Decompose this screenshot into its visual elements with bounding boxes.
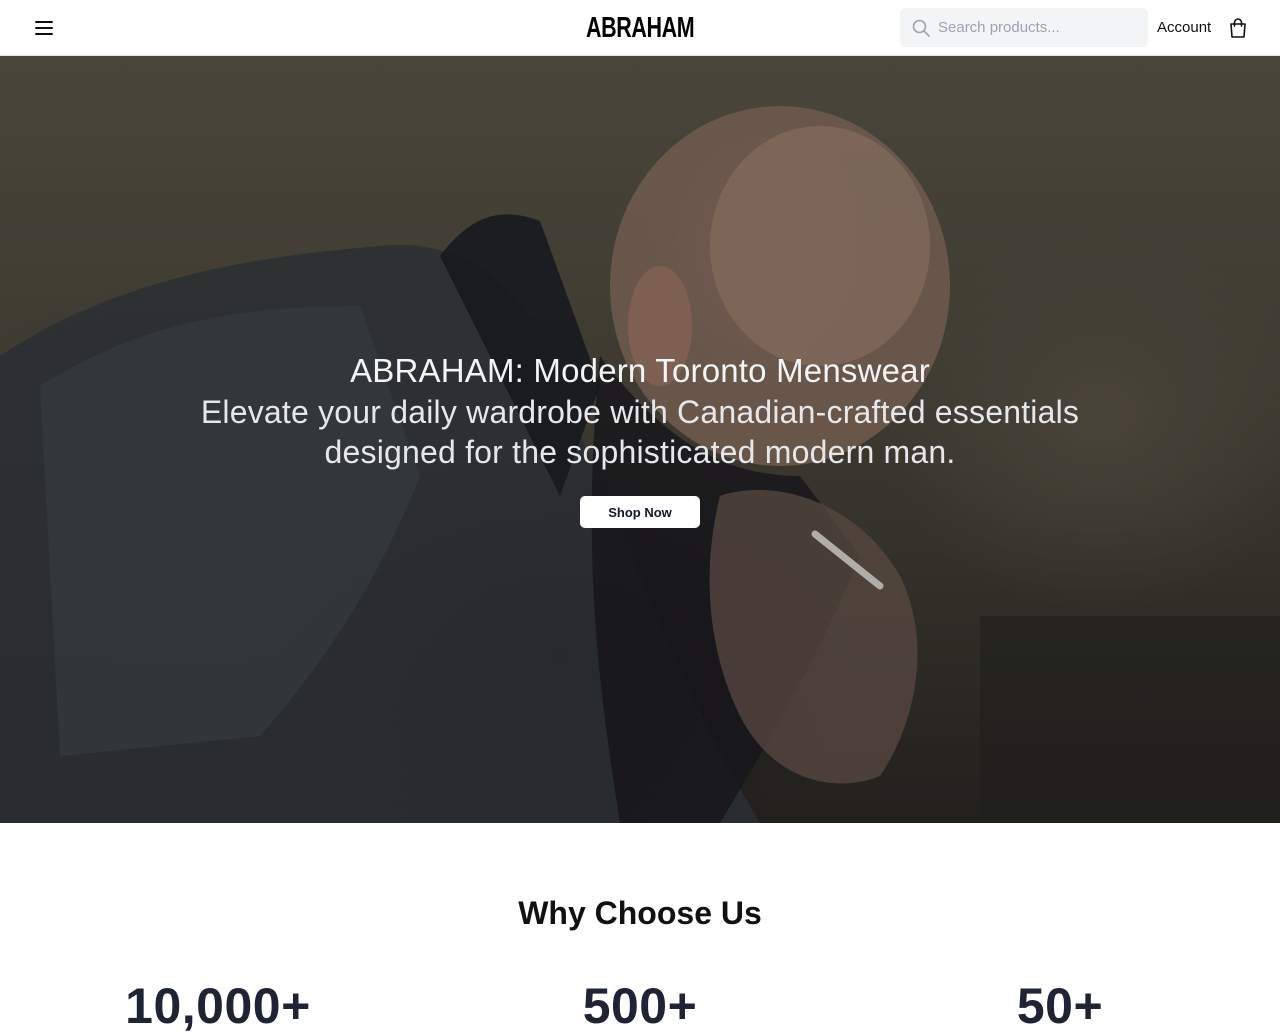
hero-banner: ABRAHAM: Modern Toronto Menswear Elevate… — [0, 56, 1280, 823]
search-icon — [912, 19, 930, 37]
site-header: ABRAHAM Account — [0, 0, 1280, 56]
stat-value: 50+ — [1016, 978, 1104, 1034]
shopping-bag-icon — [1230, 18, 1246, 38]
cart-button[interactable] — [1227, 16, 1249, 40]
menu-button[interactable] — [26, 12, 62, 44]
hero-title: ABRAHAM: Modern Toronto Menswear — [350, 352, 930, 389]
account-link[interactable]: Account — [1157, 18, 1211, 38]
logo-text: ABRAHAM — [585, 11, 695, 44]
stat-value: 500+ — [582, 978, 698, 1034]
hero-subtitle: Elevate your daily wardrobe with Canadia… — [200, 394, 1080, 470]
search-box[interactable] — [900, 8, 1148, 47]
search-input[interactable] — [938, 8, 1143, 47]
stat-value: 10,000+ — [125, 978, 311, 1034]
why-choose-us-heading: Why Choose Us — [518, 895, 762, 931]
shop-now-button[interactable]: Shop Now — [580, 496, 700, 528]
site-logo[interactable]: ABRAHAM — [540, 0, 740, 56]
hamburger-menu-icon — [35, 21, 53, 35]
